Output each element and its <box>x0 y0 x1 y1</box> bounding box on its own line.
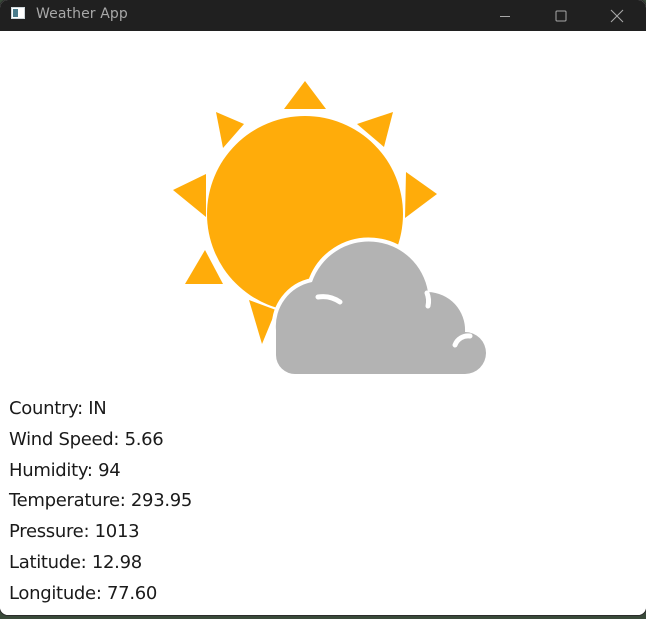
minimize-icon <box>500 15 510 17</box>
minimize-button[interactable] <box>482 0 528 31</box>
maximize-icon <box>555 10 567 21</box>
detail-temperature: Temperature: 293.95 <box>9 490 193 512</box>
app-window: Weather App Country: IN Wind Speed: 5.66… <box>0 0 646 615</box>
title-bar[interactable]: Weather App <box>0 0 646 31</box>
partly-sunny-icon <box>173 81 490 378</box>
weather-details-list: Country: IN Wind Speed: 5.66 Humidity: 9… <box>9 394 192 610</box>
window-title: Weather App <box>36 6 128 22</box>
detail-humidity: Humidity: 94 <box>9 459 121 481</box>
detail-pressure: Pressure: 1013 <box>9 521 140 543</box>
detail-longitude: Longitude: 77.60 <box>9 582 158 604</box>
detail-country: Country: IN <box>9 398 107 419</box>
maximize-button[interactable] <box>538 0 584 31</box>
close-icon <box>610 9 624 22</box>
weather-panel: Country: IN Wind Speed: 5.66 Humidity: 9… <box>0 31 646 615</box>
detail-wind-speed: Wind Speed: 5.66 <box>9 428 164 450</box>
close-button[interactable] <box>594 0 640 31</box>
app-icon <box>11 7 25 19</box>
detail-latitude: Latitude: 12.98 <box>9 551 142 573</box>
